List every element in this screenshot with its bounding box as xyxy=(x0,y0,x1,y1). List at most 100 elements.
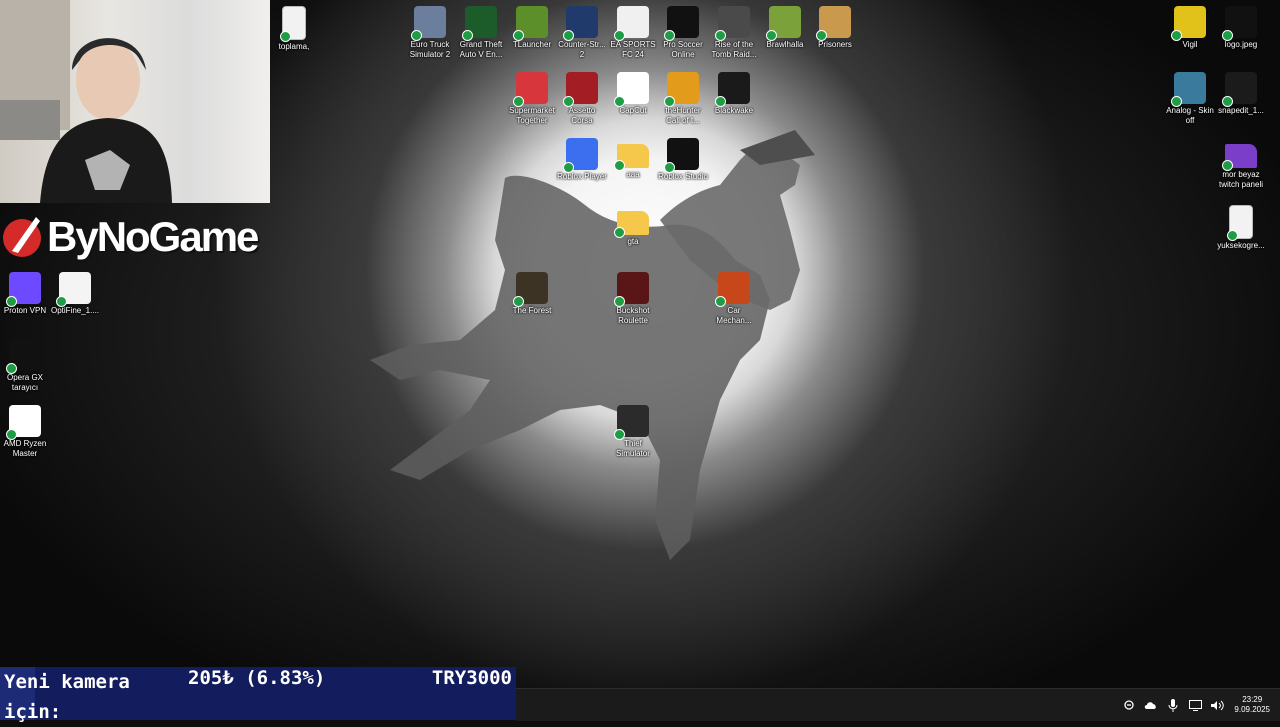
sync-check-icon xyxy=(6,296,17,307)
java-icon xyxy=(56,272,91,307)
sync-check-icon xyxy=(664,96,675,107)
sync-check-icon xyxy=(563,162,574,173)
desktop-icon-blackwake[interactable]: Blackwake xyxy=(709,72,759,116)
desktop-icon-logo-jpeg[interactable]: logo.jpeg xyxy=(1216,6,1266,50)
desktop-icon-label: Euro Truck Simulator 2 xyxy=(409,40,451,59)
desktop-icon-label: AMD Ryzen Master xyxy=(3,439,47,458)
display-icon[interactable] xyxy=(1184,694,1206,716)
document-icon xyxy=(1227,205,1253,241)
desktop-icon-label: logo.jpeg xyxy=(1224,40,1258,49)
desktop-icon-folder-aaa[interactable]: aaa xyxy=(608,138,658,180)
desktop-icon-supermarket[interactable]: Supermarket Together xyxy=(507,72,557,126)
desktop-icon-yuksekogre[interactable]: yuksekogre... xyxy=(1216,205,1266,251)
sync-check-icon xyxy=(614,296,625,307)
analog-icon xyxy=(1171,72,1206,107)
webcam-feed xyxy=(0,0,270,203)
desktop-icon-eafc[interactable]: EA SPORTS FC 24 xyxy=(608,6,658,60)
brawlhalla-icon xyxy=(766,6,801,41)
sync-check-icon xyxy=(513,96,524,107)
desktop-icon-pro-soccer[interactable]: Pro Soccer Online xyxy=(658,6,708,60)
blackwake-icon xyxy=(715,72,750,107)
onedrive-icon[interactable] xyxy=(1118,694,1140,716)
hunter-icon xyxy=(664,72,699,107)
desktop-icon-opera-gx[interactable]: Opera GX tarayıcı xyxy=(0,339,50,393)
desktop-icon-label: yuksekogre... xyxy=(1217,241,1265,250)
desktop-icon-snapedit[interactable]: snapedit_1... xyxy=(1216,72,1266,116)
desktop-icon-label: The Forest xyxy=(512,306,552,315)
sync-check-icon xyxy=(816,30,827,41)
minecraft-icon xyxy=(513,6,548,41)
desktop-icon-label: EA SPORTS FC 24 xyxy=(610,40,656,59)
desktop-icon-label: Assetto Corsa xyxy=(568,106,596,125)
desktop-icon-optifine[interactable]: OptiFine_1.... xyxy=(50,272,100,316)
desktop-icon-cs2[interactable]: Counter-Str... 2 xyxy=(557,6,607,60)
desktop-icon-doc-toplama[interactable]: toplama, xyxy=(269,6,319,52)
desktop-icon-roblox-player[interactable]: Roblox Player xyxy=(557,138,607,182)
sync-check-icon xyxy=(1222,30,1233,41)
folder-icon xyxy=(1222,144,1257,171)
capcut-icon xyxy=(614,72,649,107)
forest-icon xyxy=(513,272,548,307)
sync-check-icon xyxy=(513,30,524,41)
clock[interactable]: 23:29 9.09.2025 xyxy=(1228,695,1280,715)
sync-check-icon xyxy=(1222,96,1233,107)
desktop-icon-prisoners[interactable]: Prisoners xyxy=(810,6,860,50)
desktop-icon-label: Buckshot Roulette xyxy=(616,306,650,325)
desktop-icon-label: Supermarket Together xyxy=(509,106,555,125)
desktop-icon-mor-beyaz[interactable]: mor beyaz twitch paneli xyxy=(1216,138,1266,190)
sync-check-icon xyxy=(664,162,675,173)
desktop-icon-roblox-studio[interactable]: Roblox Studio xyxy=(658,138,708,182)
roblox-icon xyxy=(563,138,598,173)
desktop-icon-proton-vpn[interactable]: Proton VPN xyxy=(0,272,50,316)
desktop-icon-gta5[interactable]: Grand Theft Auto V En... xyxy=(456,6,506,60)
desktop-icon-capcut[interactable]: CapCut xyxy=(608,72,658,116)
desktop-icon-the-forest[interactable]: The Forest xyxy=(507,272,557,316)
sync-check-icon xyxy=(411,30,422,41)
desktop-icon-label: Roblox Player xyxy=(557,172,607,181)
donation-goal: TRY3000 xyxy=(431,667,512,689)
system-tray: 23:29 9.09.2025 xyxy=(1118,689,1280,721)
desktop-icon-label: toplama, xyxy=(278,42,310,51)
desktop-icon-thief-sim[interactable]: Thief Simulator xyxy=(608,405,658,459)
desktop-icon-label: Vigil xyxy=(1182,40,1198,49)
stream-brand: ByNoGame xyxy=(0,205,280,265)
desktop-icon-label: Analog - Skin off xyxy=(1166,106,1214,125)
truck-icon xyxy=(411,6,446,41)
soccer-icon xyxy=(664,6,699,41)
desktop-icon-buckshot[interactable]: Buckshot Roulette xyxy=(608,272,658,326)
clock-date: 9.09.2025 xyxy=(1234,705,1270,714)
sync-check-icon xyxy=(563,96,574,107)
sync-check-icon xyxy=(715,96,726,107)
streamer-silhouette xyxy=(0,0,172,203)
sync-check-icon xyxy=(6,363,17,374)
desktop-icon-brawlhalla[interactable]: Brawlhalla xyxy=(760,6,810,50)
desktop-icon-label: Blackwake xyxy=(714,106,754,115)
snapedit-icon xyxy=(1222,72,1257,107)
desktop-icon-label: OptiFine_1.... xyxy=(50,306,100,315)
desktop-icon-label: Rise of the Tomb Raid... xyxy=(711,40,757,59)
cloud-icon[interactable] xyxy=(1140,694,1162,716)
desktop-icon-amd-ryzen[interactable]: AMD Ryzen Master xyxy=(0,405,50,459)
desktop-icon-label: Brawlhalla xyxy=(766,40,804,49)
desktop-icon-label: Grand Theft Auto V En... xyxy=(459,40,503,59)
sync-check-icon xyxy=(766,30,777,41)
desktop-icon-car-mechanic[interactable]: Car Mechan... xyxy=(709,272,759,326)
desktop-icon-tomb-raider[interactable]: Rise of the Tomb Raid... xyxy=(709,6,759,60)
desktop-icon-thehunter[interactable]: theHunter Call of t... xyxy=(658,72,708,126)
sync-check-icon xyxy=(1171,96,1182,107)
desktop-icon-euro-truck[interactable]: Euro Truck Simulator 2 xyxy=(405,6,455,60)
sync-check-icon xyxy=(614,429,625,440)
desktop-icon-assetto[interactable]: Assetto Corsa xyxy=(557,72,607,126)
desktop-icon-folder-gta[interactable]: gta xyxy=(608,205,658,247)
desktop-icon-analog-skin[interactable]: Analog - Skin off xyxy=(1165,72,1215,126)
buckshot-icon xyxy=(614,272,649,307)
desktop-icon-tlauncher[interactable]: TLauncher xyxy=(507,6,557,50)
volume-icon[interactable] xyxy=(1206,694,1228,716)
desktop-icon-vigil[interactable]: Vigil xyxy=(1165,6,1215,50)
sync-check-icon xyxy=(513,296,524,307)
desktop-icon-label: Thief Simulator xyxy=(616,439,650,458)
brand-name: ByNoGame xyxy=(47,213,259,260)
microphone-icon[interactable] xyxy=(1162,694,1184,716)
roblox-studio-icon xyxy=(664,138,699,173)
desktop-icon-label: Roblox Studio xyxy=(658,172,708,181)
